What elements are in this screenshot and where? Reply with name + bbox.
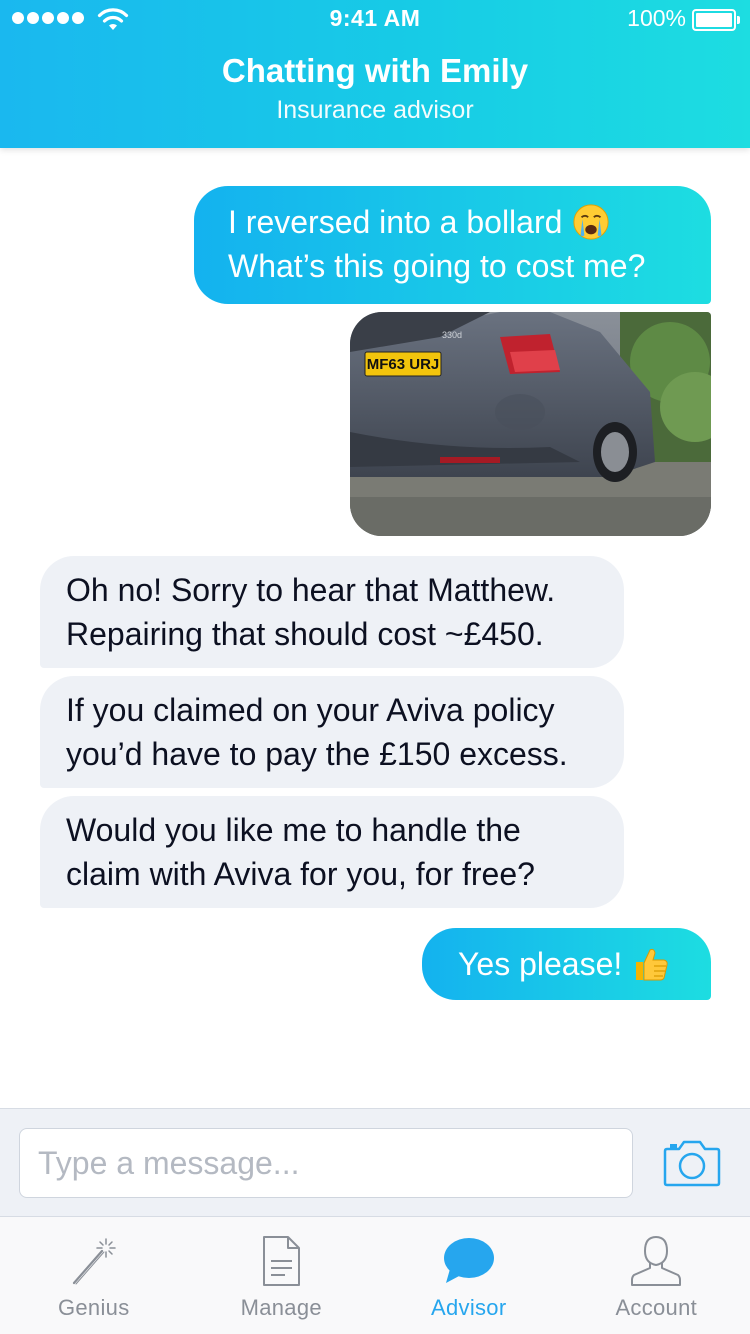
chat-thread[interactable]: I reversed into a bollard What’s this go… xyxy=(0,148,750,1108)
message-text: If you claimed on your Aviva policy xyxy=(66,692,555,728)
car-image: MF63 URJ 330d xyxy=(350,312,711,536)
tab-label: Account xyxy=(615,1295,698,1320)
message-text: claim with Aviva for you, for free? xyxy=(66,856,535,892)
photo-badge-text: 330d xyxy=(442,330,462,340)
person-icon xyxy=(631,1235,682,1286)
incoming-message[interactable]: Oh no! Sorry to hear that Matthew. Repai… xyxy=(40,556,624,668)
message-input[interactable] xyxy=(19,1128,633,1198)
tab-label: Genius xyxy=(57,1295,130,1320)
message-text: Repairing that should cost ~£450. xyxy=(66,616,544,652)
message-text: What’s this going to cost me? xyxy=(228,248,646,284)
camera-icon[interactable] xyxy=(663,1137,721,1187)
chat-bubble-icon xyxy=(443,1238,494,1283)
tab-manage[interactable]: Manage xyxy=(188,1217,376,1334)
document-icon xyxy=(263,1236,301,1286)
chat-header: 9:41 AM 100% Chatting with Emily Insuran… xyxy=(0,0,750,148)
magic-wand-icon xyxy=(72,1238,116,1285)
battery-icon xyxy=(692,9,740,31)
page-title: Chatting with Emily xyxy=(221,52,529,89)
thumbs-up-emoji-icon xyxy=(636,948,668,981)
message-text: Oh no! Sorry to hear that Matthew. xyxy=(66,572,556,608)
photo-plate-text: MF63 URJ xyxy=(367,356,440,373)
tab-advisor[interactable]: Advisor xyxy=(375,1217,563,1334)
tab-account[interactable]: Account xyxy=(563,1217,750,1334)
battery-percentage: 100% xyxy=(627,5,686,31)
page-subtitle: Insurance advisor xyxy=(276,96,474,124)
crying-face-emoji-icon xyxy=(573,204,609,240)
incoming-message[interactable]: Would you like me to handle the claim wi… xyxy=(40,796,624,908)
outgoing-message[interactable]: Yes please! xyxy=(422,928,711,1000)
damaged-car-photo[interactable]: MF63 URJ 330d xyxy=(350,312,711,536)
message-text: I reversed into a bollard xyxy=(228,204,563,240)
message-text: you’d have to pay the £150 excess. xyxy=(66,736,568,772)
outgoing-message[interactable]: I reversed into a bollard What’s this go… xyxy=(194,186,711,304)
tab-label: Manage xyxy=(240,1295,322,1320)
status-bar: 9:41 AM 100% xyxy=(0,0,750,40)
tab-genius[interactable]: Genius xyxy=(0,1217,188,1334)
tab-label: Advisor xyxy=(431,1295,507,1320)
incoming-message[interactable]: If you claimed on your Aviva policy you’… xyxy=(40,676,624,788)
message-composer xyxy=(0,1108,750,1216)
tab-bar: Genius Manage Advisor Account xyxy=(0,1216,750,1334)
message-text: Yes please! xyxy=(458,946,623,982)
message-text: Would you like me to handle the xyxy=(66,812,521,848)
